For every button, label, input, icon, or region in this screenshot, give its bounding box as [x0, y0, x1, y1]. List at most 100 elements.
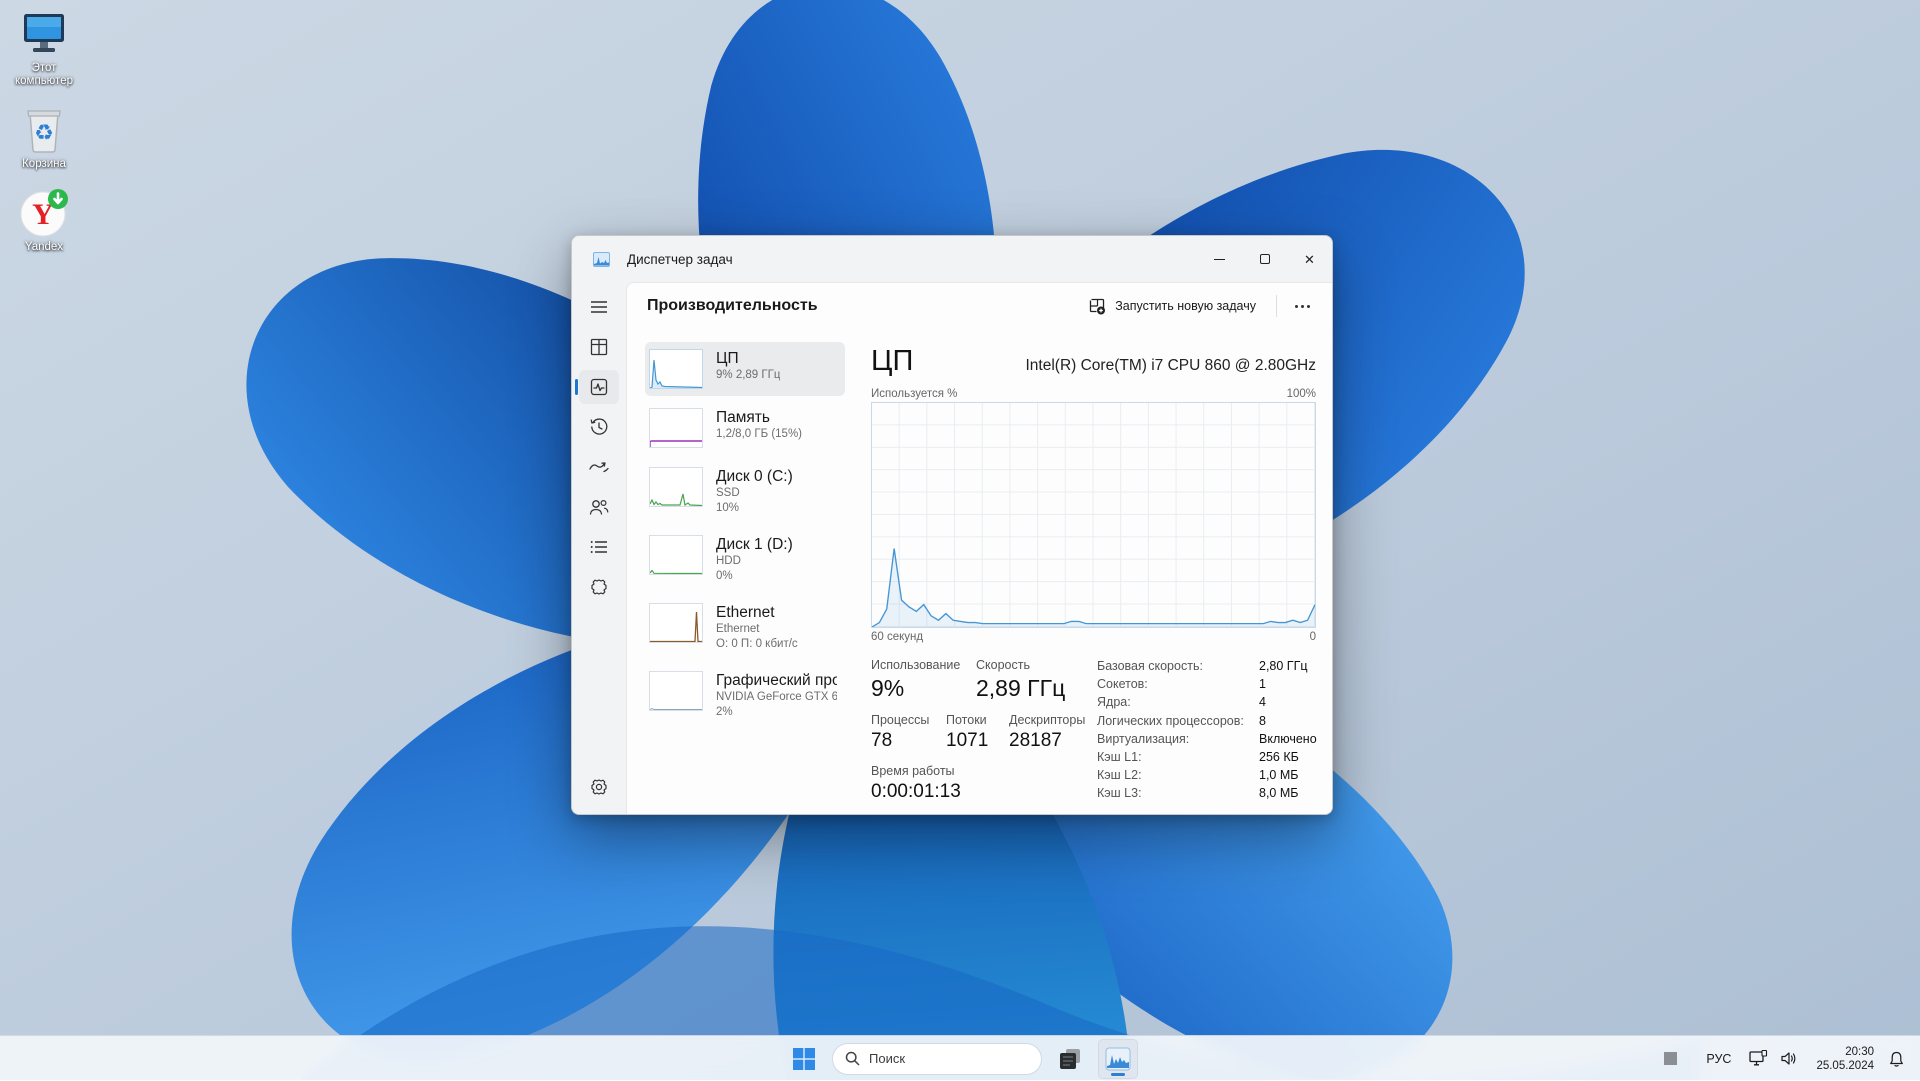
- spec-label: Кэш L1:: [1097, 749, 1142, 764]
- spec-value: 4: [1259, 695, 1266, 710]
- spec-value: 1: [1259, 677, 1266, 692]
- desktop-icon-list: Этот компьютер ♻ Корзина Y Yandex: [6, 8, 82, 270]
- spec-label: Сокетов:: [1097, 677, 1148, 692]
- menu-button[interactable]: [579, 290, 619, 324]
- handles-value: 28187: [1009, 730, 1062, 751]
- more-options-button[interactable]: [1287, 296, 1318, 317]
- perf-item-title: Диск 1 (D:): [716, 536, 793, 553]
- desktop-icon-yandex[interactable]: Y Yandex: [6, 187, 82, 254]
- sidebar-item-services[interactable]: [579, 570, 619, 604]
- spec-label: Кэш L2:: [1097, 768, 1142, 783]
- performance-icon: [590, 378, 608, 396]
- threads-label: Потоки: [946, 713, 987, 727]
- yandex-icon: Y: [18, 187, 70, 239]
- desktop-icon-label: Yandex: [24, 241, 64, 253]
- perf-item-sub2: О: 0 П: 0 кбит/с: [716, 638, 798, 650]
- cpu-chart-fill: [872, 548, 1315, 627]
- taskbar-app-task-manager[interactable]: [1098, 1038, 1138, 1079]
- window-title: Диспетчер задач: [627, 251, 733, 267]
- language-indicator[interactable]: РУС: [1698, 1052, 1739, 1066]
- close-icon: ✕: [1304, 251, 1315, 267]
- task-manager-icon: [1105, 1047, 1131, 1070]
- time: 20:30: [1845, 1045, 1874, 1058]
- task-manager-window: Диспетчер задач ✕ Производительность Зап…: [571, 235, 1333, 815]
- perf-item-disk1[interactable]: Диск 1 (D:) HDD 0%: [645, 528, 845, 591]
- ethernet-mini-graph: [649, 603, 703, 643]
- perf-item-cpu[interactable]: ЦП 9% 2,89 ГГц: [645, 342, 845, 396]
- search-icon: [845, 1051, 860, 1066]
- notification-bell-icon[interactable]: [1885, 1051, 1910, 1067]
- cpu-detail-pane: ЦП Intel(R) Core(TM) i7 CPU 860 @ 2.80GH…: [871, 342, 1317, 814]
- sidebar-item-processes[interactable]: [579, 330, 619, 364]
- close-button[interactable]: ✕: [1287, 236, 1332, 282]
- content-panel: Производительность Запустить новую задач…: [626, 282, 1332, 814]
- perf-item-sub2: 0%: [716, 570, 733, 582]
- disk0-mini-graph: [649, 467, 703, 507]
- spec-value: 8: [1259, 713, 1266, 728]
- users-icon: [589, 499, 609, 515]
- page-title: Производительность: [647, 297, 818, 314]
- usage-label: Использование: [871, 658, 961, 672]
- spec-value: 256 КБ: [1259, 749, 1299, 764]
- recycle-bin-icon: ♻: [24, 104, 64, 156]
- spec-label: Кэш L3:: [1097, 786, 1142, 801]
- app-history-icon: [590, 418, 608, 435]
- perf-item-memory[interactable]: Память 1,2/8,0 ГБ (15%): [645, 401, 845, 455]
- handles-label: Дескрипторы: [1009, 713, 1086, 727]
- desktop-icon-recycle-bin[interactable]: ♻ Корзина: [6, 104, 82, 171]
- sidebar-item-startup-apps[interactable]: [579, 450, 619, 484]
- sidebar-item-details[interactable]: [579, 530, 619, 564]
- nav-rail: [572, 282, 626, 814]
- svg-text:♻: ♻: [34, 120, 54, 145]
- perf-item-ethernet[interactable]: Ethernet Ethernet О: 0 П: 0 кбит/с: [645, 596, 845, 659]
- threads-value: 1071: [946, 730, 989, 751]
- minimize-icon: [1214, 258, 1225, 260]
- cpu-mini-graph: [649, 349, 703, 389]
- details-icon: [590, 541, 607, 553]
- usage-value: 9%: [871, 675, 905, 701]
- window-titlebar[interactable]: Диспетчер задач ✕: [572, 236, 1332, 282]
- this-pc-icon: [21, 8, 67, 60]
- maximize-button[interactable]: [1242, 236, 1287, 282]
- sidebar-item-users[interactable]: [579, 490, 619, 524]
- services-icon: [591, 579, 607, 595]
- perf-item-title: Диск 0 (C:): [716, 468, 793, 485]
- perf-item-sub: NVIDIA GeForce GTX 660: [716, 691, 837, 703]
- uptime-value: 0:00:01:13: [871, 781, 961, 802]
- tray-app-icon[interactable]: [1664, 1052, 1678, 1065]
- perf-item-sub: HDD: [716, 555, 741, 567]
- perf-item-title: Память: [716, 409, 770, 426]
- settings-button[interactable]: [579, 770, 619, 804]
- spec-value: Включено: [1259, 731, 1317, 746]
- cpu-model: Intel(R) Core(TM) i7 CPU 860 @ 2.80GHz: [1025, 357, 1316, 374]
- start-button[interactable]: [784, 1039, 824, 1079]
- desktop-icon-label: Этот компьютер: [15, 62, 73, 87]
- sidebar-item-performance[interactable]: [575, 370, 619, 404]
- volume-icon[interactable]: [1778, 1051, 1801, 1066]
- desktop: Этот компьютер ♻ Корзина Y Yandex Диспет…: [0, 0, 1920, 1080]
- memory-mini-graph: [649, 408, 703, 448]
- search-input[interactable]: Поиск: [832, 1042, 1042, 1075]
- perf-item-sub: SSD: [716, 487, 740, 499]
- gpu-mini-graph: [649, 671, 703, 711]
- perf-item-disk0[interactable]: Диск 0 (C:) SSD 10%: [645, 460, 845, 523]
- ellipsis-icon: [1295, 304, 1298, 308]
- perf-item-title: Ethernet: [716, 604, 775, 621]
- minimize-button[interactable]: [1197, 236, 1242, 282]
- speed-value: 2,89 ГГц: [976, 675, 1066, 701]
- gear-icon: [591, 779, 607, 795]
- network-icon[interactable]: [1746, 1050, 1771, 1067]
- taskbar-clock[interactable]: 20:30 25.05.2024: [1816, 1045, 1874, 1073]
- spec-label: Логических процессоров:: [1097, 713, 1244, 728]
- taskbar-app-dark-window[interactable]: [1050, 1039, 1090, 1079]
- desktop-icon-this-pc[interactable]: Этот компьютер: [6, 8, 82, 88]
- processes-icon: [590, 338, 608, 356]
- run-new-task-button[interactable]: Запустить новую задачу: [1079, 292, 1266, 321]
- processes-value: 78: [871, 730, 893, 751]
- spec-label: Ядра:: [1097, 695, 1131, 710]
- cpu-usage-chart[interactable]: [871, 402, 1316, 628]
- chart-x-left: 60 секунд: [871, 631, 924, 643]
- perf-item-gpu[interactable]: Графический про NVIDIA GeForce GTX 660 2…: [645, 664, 845, 727]
- sidebar-item-app-history[interactable]: [579, 410, 619, 444]
- header-divider: [1276, 295, 1277, 317]
